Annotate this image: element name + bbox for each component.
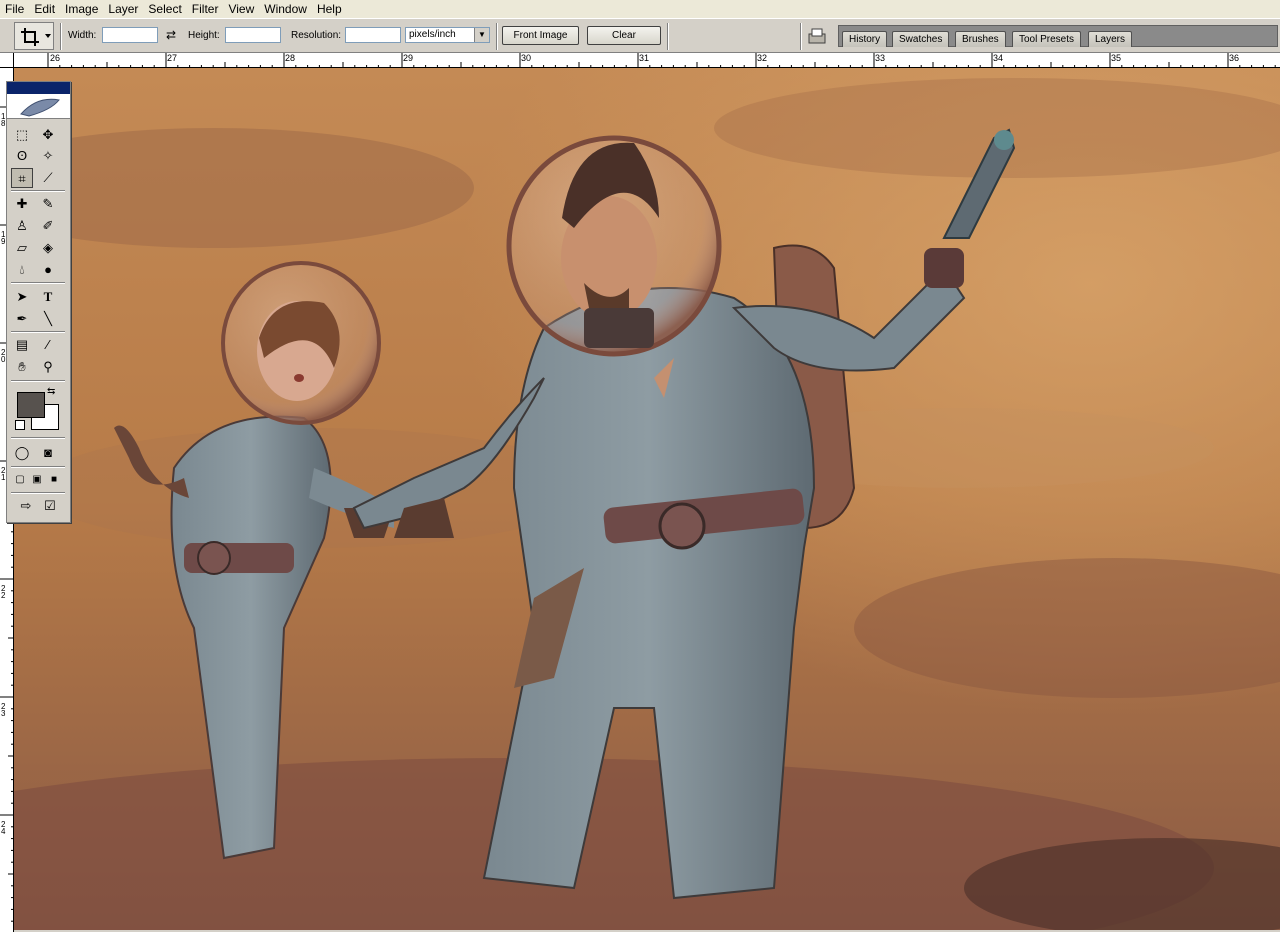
hand-icon[interactable]: ✋︎	[11, 357, 33, 377]
ruler-label: 32	[757, 53, 768, 63]
clear-button[interactable]: Clear	[587, 26, 661, 45]
tab-tool-presets[interactable]: Tool Presets	[1012, 31, 1082, 47]
height-field[interactable]	[225, 27, 281, 43]
foreground-color-swatch[interactable]	[17, 392, 45, 418]
front-image-button[interactable]: Front Image	[502, 26, 579, 45]
lasso-icon[interactable]: ʘ	[11, 146, 33, 166]
tab-swatches[interactable]: Swatches	[892, 31, 950, 47]
ruler-label: 34	[993, 53, 1004, 63]
notes-icon[interactable]: ▤	[11, 335, 33, 355]
dodge-icon[interactable]: ●	[37, 260, 59, 280]
toolbox-separator	[11, 331, 65, 333]
chevron-down-icon: ▼	[474, 28, 489, 42]
toolbox-separator	[11, 437, 65, 439]
options-separator	[496, 23, 498, 50]
resolution-label: Resolution:	[291, 30, 342, 41]
astronaut-painting	[14, 68, 1280, 930]
tab-history[interactable]: History	[842, 31, 888, 47]
menu-layer[interactable]: Layer	[103, 0, 143, 18]
clone-stamp-icon[interactable]: ♙	[11, 216, 33, 236]
ruler-label: 26	[50, 53, 61, 63]
ruler-label: 23	[1, 702, 6, 718]
width-label: Width:	[68, 30, 97, 41]
ruler-label: 33	[875, 53, 886, 63]
toolbox-title-bar[interactable]	[7, 82, 70, 94]
horizontal-ruler[interactable]: 26 27 28 29 30 31 32 33 34 35 36	[14, 53, 1280, 68]
eraser-icon[interactable]: ▱	[11, 238, 33, 258]
standard-mode-icon[interactable]: ◯	[11, 443, 33, 463]
menu-edit[interactable]: Edit	[29, 0, 60, 18]
file-browser-icon[interactable]	[806, 25, 828, 47]
resolution-unit-value: pixels/inch	[409, 29, 456, 40]
menu-file[interactable]: File	[0, 0, 29, 18]
options-separator	[667, 23, 669, 50]
ruler-label: 30	[521, 53, 532, 63]
height-label: Height:	[188, 30, 220, 41]
ruler-label: 22	[1, 584, 6, 600]
default-colors-icon[interactable]	[15, 420, 25, 430]
marquee-icon[interactable]: ⬚	[11, 125, 33, 145]
healing-brush-icon[interactable]: ✚	[11, 194, 33, 214]
swap-colors-icon[interactable]: ⇆	[47, 386, 55, 397]
path-selection-icon[interactable]: ➤	[11, 287, 33, 307]
menu-filter[interactable]: Filter	[187, 0, 224, 18]
ruler-label: 35	[1111, 53, 1122, 63]
ruler-label: 28	[285, 53, 296, 63]
menu-image[interactable]: Image	[60, 0, 103, 18]
toolbox-separator	[11, 380, 65, 382]
crop-tool-icon[interactable]: ⌗	[11, 168, 33, 188]
menu-bar: File Edit Image Layer Select Filter View…	[0, 0, 1280, 18]
zoom-icon[interactable]: ⚲	[37, 357, 59, 377]
brush-icon[interactable]: ✎	[37, 194, 59, 214]
blur-icon[interactable]: 💧︎	[11, 260, 33, 280]
toolbox-separator	[11, 492, 65, 494]
feather-icon	[20, 98, 60, 117]
toolbox-separator	[11, 190, 65, 192]
line-icon[interactable]: ╲	[37, 309, 59, 329]
eyedropper-icon[interactable]: ⁄	[37, 335, 59, 355]
crop-icon	[21, 28, 51, 46]
menu-select[interactable]: Select	[143, 0, 186, 18]
slice-icon[interactable]: ⟋	[37, 168, 59, 188]
ruler-label: 27	[167, 53, 178, 63]
tab-layers[interactable]: Layers	[1088, 31, 1133, 47]
document-canvas[interactable]	[14, 68, 1280, 930]
palette-well: History Swatches Brushes Tool Presets La…	[838, 25, 1278, 47]
edit-in-imageready-icon[interactable]: ☑	[39, 496, 61, 516]
menu-view[interactable]: View	[223, 0, 259, 18]
pen-icon[interactable]: ✒	[11, 309, 33, 329]
type-icon[interactable]: T	[37, 287, 59, 307]
feather-logo[interactable]	[7, 94, 70, 119]
menu-help[interactable]: Help	[312, 0, 347, 18]
width-field[interactable]	[102, 27, 158, 43]
menu-window[interactable]: Window	[259, 0, 312, 18]
full-screen-icon[interactable]: ■	[43, 470, 65, 490]
ruler-label: 31	[639, 53, 650, 63]
ruler-label: 36	[1229, 53, 1240, 63]
options-separator	[60, 23, 62, 50]
quick-mask-icon[interactable]: ◙	[37, 443, 59, 463]
options-separator	[800, 23, 802, 50]
swap-dimensions-icon[interactable]: ⇄	[166, 28, 176, 42]
resolution-unit-select[interactable]: pixels/inch ▼	[405, 27, 490, 43]
jump-to-imageready-icon[interactable]: ⇨	[15, 496, 37, 516]
resolution-field[interactable]	[345, 27, 401, 43]
ruler-origin[interactable]	[0, 53, 14, 68]
toolbox-separator	[11, 466, 65, 468]
tool-preset-picker[interactable]	[14, 22, 54, 50]
tab-brushes[interactable]: Brushes	[955, 31, 1006, 47]
history-brush-icon[interactable]: ✐	[37, 216, 59, 236]
paint-bucket-icon[interactable]: ◈	[37, 238, 59, 258]
magic-wand-icon[interactable]: ✧	[37, 146, 59, 166]
ruler-label: 29	[403, 53, 414, 63]
move-icon[interactable]: ✥	[37, 125, 59, 145]
toolbox-separator	[11, 282, 65, 284]
ruler-label: 24	[1, 820, 6, 836]
toolbox: ⬚ ✥ ʘ ✧ ⌗ ⟋ ✚ ✎ ♙ ✐ ▱ ◈ 💧︎ ● ➤ T ✒ ╲ ▤ ⁄…	[6, 81, 71, 523]
